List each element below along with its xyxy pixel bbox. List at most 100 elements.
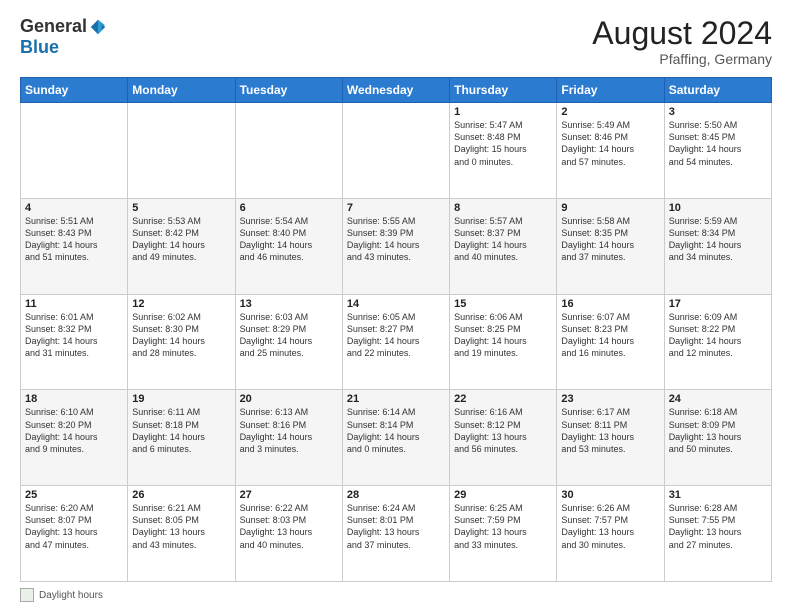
col-header-thursday: Thursday xyxy=(450,78,557,103)
daylight-legend-box xyxy=(20,588,34,602)
day-info: Sunrise: 6:20 AM Sunset: 8:07 PM Dayligh… xyxy=(25,502,123,551)
calendar-cell: 11Sunrise: 6:01 AM Sunset: 8:32 PM Dayli… xyxy=(21,294,128,390)
calendar-cell: 2Sunrise: 5:49 AM Sunset: 8:46 PM Daylig… xyxy=(557,103,664,199)
day-info: Sunrise: 5:47 AM Sunset: 8:48 PM Dayligh… xyxy=(454,119,552,168)
calendar-week-0: 1Sunrise: 5:47 AM Sunset: 8:48 PM Daylig… xyxy=(21,103,772,199)
calendar-table: SundayMondayTuesdayWednesdayThursdayFrid… xyxy=(20,77,772,582)
footer: Daylight hours xyxy=(20,588,772,602)
day-info: Sunrise: 6:05 AM Sunset: 8:27 PM Dayligh… xyxy=(347,311,445,360)
day-info: Sunrise: 5:53 AM Sunset: 8:42 PM Dayligh… xyxy=(132,215,230,264)
day-info: Sunrise: 6:07 AM Sunset: 8:23 PM Dayligh… xyxy=(561,311,659,360)
calendar-week-1: 4Sunrise: 5:51 AM Sunset: 8:43 PM Daylig… xyxy=(21,198,772,294)
day-info: Sunrise: 6:22 AM Sunset: 8:03 PM Dayligh… xyxy=(240,502,338,551)
logo: General Blue xyxy=(20,16,107,58)
calendar-cell: 12Sunrise: 6:02 AM Sunset: 8:30 PM Dayli… xyxy=(128,294,235,390)
calendar-cell xyxy=(128,103,235,199)
day-number: 31 xyxy=(669,489,767,501)
day-number: 24 xyxy=(669,393,767,405)
day-info: Sunrise: 6:14 AM Sunset: 8:14 PM Dayligh… xyxy=(347,406,445,455)
day-number: 29 xyxy=(454,489,552,501)
col-header-tuesday: Tuesday xyxy=(235,78,342,103)
col-header-monday: Monday xyxy=(128,78,235,103)
day-info: Sunrise: 6:25 AM Sunset: 7:59 PM Dayligh… xyxy=(454,502,552,551)
calendar-cell xyxy=(235,103,342,199)
day-number: 1 xyxy=(454,106,552,118)
calendar-week-2: 11Sunrise: 6:01 AM Sunset: 8:32 PM Dayli… xyxy=(21,294,772,390)
day-info: Sunrise: 5:59 AM Sunset: 8:34 PM Dayligh… xyxy=(669,215,767,264)
calendar-cell: 1Sunrise: 5:47 AM Sunset: 8:48 PM Daylig… xyxy=(450,103,557,199)
day-number: 11 xyxy=(25,298,123,310)
logo-icon xyxy=(89,18,107,36)
day-info: Sunrise: 5:49 AM Sunset: 8:46 PM Dayligh… xyxy=(561,119,659,168)
day-number: 10 xyxy=(669,202,767,214)
day-info: Sunrise: 5:55 AM Sunset: 8:39 PM Dayligh… xyxy=(347,215,445,264)
day-info: Sunrise: 6:09 AM Sunset: 8:22 PM Dayligh… xyxy=(669,311,767,360)
calendar-week-4: 25Sunrise: 6:20 AM Sunset: 8:07 PM Dayli… xyxy=(21,486,772,582)
day-number: 9 xyxy=(561,202,659,214)
month-year-title: August 2024 xyxy=(592,16,772,51)
calendar-cell: 18Sunrise: 6:10 AM Sunset: 8:20 PM Dayli… xyxy=(21,390,128,486)
day-number: 12 xyxy=(132,298,230,310)
day-number: 26 xyxy=(132,489,230,501)
calendar-week-3: 18Sunrise: 6:10 AM Sunset: 8:20 PM Dayli… xyxy=(21,390,772,486)
calendar-cell: 23Sunrise: 6:17 AM Sunset: 8:11 PM Dayli… xyxy=(557,390,664,486)
page: General Blue August 2024 Pfaffing, Germa… xyxy=(0,0,792,612)
day-number: 25 xyxy=(25,489,123,501)
calendar-cell: 22Sunrise: 6:16 AM Sunset: 8:12 PM Dayli… xyxy=(450,390,557,486)
calendar-cell: 3Sunrise: 5:50 AM Sunset: 8:45 PM Daylig… xyxy=(664,103,771,199)
day-number: 14 xyxy=(347,298,445,310)
calendar-cell: 14Sunrise: 6:05 AM Sunset: 8:27 PM Dayli… xyxy=(342,294,449,390)
day-info: Sunrise: 6:03 AM Sunset: 8:29 PM Dayligh… xyxy=(240,311,338,360)
day-info: Sunrise: 6:10 AM Sunset: 8:20 PM Dayligh… xyxy=(25,406,123,455)
day-info: Sunrise: 6:06 AM Sunset: 8:25 PM Dayligh… xyxy=(454,311,552,360)
calendar-cell: 26Sunrise: 6:21 AM Sunset: 8:05 PM Dayli… xyxy=(128,486,235,582)
calendar-cell: 10Sunrise: 5:59 AM Sunset: 8:34 PM Dayli… xyxy=(664,198,771,294)
calendar-cell: 7Sunrise: 5:55 AM Sunset: 8:39 PM Daylig… xyxy=(342,198,449,294)
day-number: 27 xyxy=(240,489,338,501)
day-number: 6 xyxy=(240,202,338,214)
day-info: Sunrise: 6:01 AM Sunset: 8:32 PM Dayligh… xyxy=(25,311,123,360)
day-number: 15 xyxy=(454,298,552,310)
day-number: 19 xyxy=(132,393,230,405)
calendar-cell: 21Sunrise: 6:14 AM Sunset: 8:14 PM Dayli… xyxy=(342,390,449,486)
day-info: Sunrise: 5:51 AM Sunset: 8:43 PM Dayligh… xyxy=(25,215,123,264)
calendar-header-row: SundayMondayTuesdayWednesdayThursdayFrid… xyxy=(21,78,772,103)
calendar-cell: 31Sunrise: 6:28 AM Sunset: 7:55 PM Dayli… xyxy=(664,486,771,582)
calendar-cell: 4Sunrise: 5:51 AM Sunset: 8:43 PM Daylig… xyxy=(21,198,128,294)
day-info: Sunrise: 6:11 AM Sunset: 8:18 PM Dayligh… xyxy=(132,406,230,455)
day-info: Sunrise: 5:54 AM Sunset: 8:40 PM Dayligh… xyxy=(240,215,338,264)
day-info: Sunrise: 5:57 AM Sunset: 8:37 PM Dayligh… xyxy=(454,215,552,264)
day-number: 7 xyxy=(347,202,445,214)
day-info: Sunrise: 6:28 AM Sunset: 7:55 PM Dayligh… xyxy=(669,502,767,551)
col-header-sunday: Sunday xyxy=(21,78,128,103)
day-number: 23 xyxy=(561,393,659,405)
day-number: 5 xyxy=(132,202,230,214)
day-info: Sunrise: 5:50 AM Sunset: 8:45 PM Dayligh… xyxy=(669,119,767,168)
day-number: 16 xyxy=(561,298,659,310)
calendar-cell: 16Sunrise: 6:07 AM Sunset: 8:23 PM Dayli… xyxy=(557,294,664,390)
day-number: 28 xyxy=(347,489,445,501)
day-number: 30 xyxy=(561,489,659,501)
day-number: 13 xyxy=(240,298,338,310)
col-header-friday: Friday xyxy=(557,78,664,103)
logo-blue-text: Blue xyxy=(20,37,59,57)
day-info: Sunrise: 6:18 AM Sunset: 8:09 PM Dayligh… xyxy=(669,406,767,455)
daylight-label: Daylight hours xyxy=(39,590,103,601)
calendar-cell: 20Sunrise: 6:13 AM Sunset: 8:16 PM Dayli… xyxy=(235,390,342,486)
calendar-cell xyxy=(342,103,449,199)
logo-general-text: General xyxy=(20,16,87,37)
day-info: Sunrise: 6:02 AM Sunset: 8:30 PM Dayligh… xyxy=(132,311,230,360)
calendar-cell: 9Sunrise: 5:58 AM Sunset: 8:35 PM Daylig… xyxy=(557,198,664,294)
day-number: 2 xyxy=(561,106,659,118)
calendar-cell: 25Sunrise: 6:20 AM Sunset: 8:07 PM Dayli… xyxy=(21,486,128,582)
calendar-cell: 24Sunrise: 6:18 AM Sunset: 8:09 PM Dayli… xyxy=(664,390,771,486)
day-number: 21 xyxy=(347,393,445,405)
day-number: 17 xyxy=(669,298,767,310)
calendar-cell xyxy=(21,103,128,199)
day-number: 3 xyxy=(669,106,767,118)
day-number: 20 xyxy=(240,393,338,405)
day-info: Sunrise: 6:16 AM Sunset: 8:12 PM Dayligh… xyxy=(454,406,552,455)
calendar-cell: 19Sunrise: 6:11 AM Sunset: 8:18 PM Dayli… xyxy=(128,390,235,486)
day-number: 8 xyxy=(454,202,552,214)
day-info: Sunrise: 6:13 AM Sunset: 8:16 PM Dayligh… xyxy=(240,406,338,455)
